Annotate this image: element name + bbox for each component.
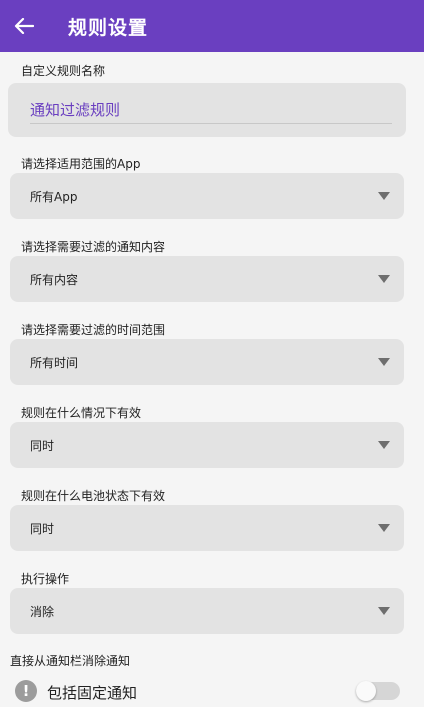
content-filter-dropdown[interactable]: 所有内容 (10, 256, 404, 302)
dismiss-section-label: 直接从通知栏消除通知 (10, 654, 131, 668)
switch-knob (356, 681, 376, 701)
dropdown-arrow-icon (378, 192, 390, 200)
action-label: 执行操作 (21, 572, 70, 586)
include-pinned-switch[interactable] (356, 681, 400, 701)
time-range-value: 所有时间 (30, 355, 79, 370)
dropdown-arrow-icon (378, 275, 390, 283)
dropdown-arrow-icon (378, 524, 390, 532)
input-underline (30, 123, 392, 124)
time-range-label: 请选择需要过滤的时间范围 (21, 323, 166, 337)
app-scope-value: 所有App (30, 189, 78, 204)
include-pinned-row[interactable]: ! 包括固定通知 (0, 678, 424, 706)
action-value: 消除 (30, 604, 55, 619)
dropdown-arrow-icon (378, 358, 390, 366)
rule-name-field[interactable] (8, 83, 406, 137)
app-bar: 规则设置 (0, 0, 424, 52)
content-filter-label: 请选择需要过滤的通知内容 (21, 240, 166, 254)
app-scope-label: 请选择适用范围的App (21, 157, 141, 171)
dropdown-arrow-icon (378, 441, 390, 449)
condition-dropdown[interactable]: 同时 (10, 422, 404, 468)
app-scope-dropdown[interactable]: 所有App (10, 173, 404, 219)
time-range-dropdown[interactable]: 所有时间 (10, 339, 404, 385)
condition-label: 规则在什么情况下有效 (21, 406, 142, 420)
condition-value: 同时 (30, 438, 55, 453)
action-dropdown[interactable]: 消除 (10, 588, 404, 634)
page-title: 规则设置 (68, 16, 149, 39)
battery-state-value: 同时 (30, 521, 55, 536)
battery-state-dropdown[interactable]: 同时 (10, 505, 404, 551)
dropdown-arrow-icon (378, 607, 390, 615)
battery-state-label: 规则在什么电池状态下有效 (21, 489, 166, 503)
rule-name-label: 自定义规则名称 (21, 64, 106, 78)
include-pinned-label: 包括固定通知 (47, 684, 138, 702)
content-filter-value: 所有内容 (30, 272, 79, 287)
arrow-left-icon (14, 18, 34, 34)
rule-name-input[interactable] (30, 97, 382, 121)
back-button[interactable] (4, 6, 44, 46)
info-icon: ! (15, 680, 37, 702)
